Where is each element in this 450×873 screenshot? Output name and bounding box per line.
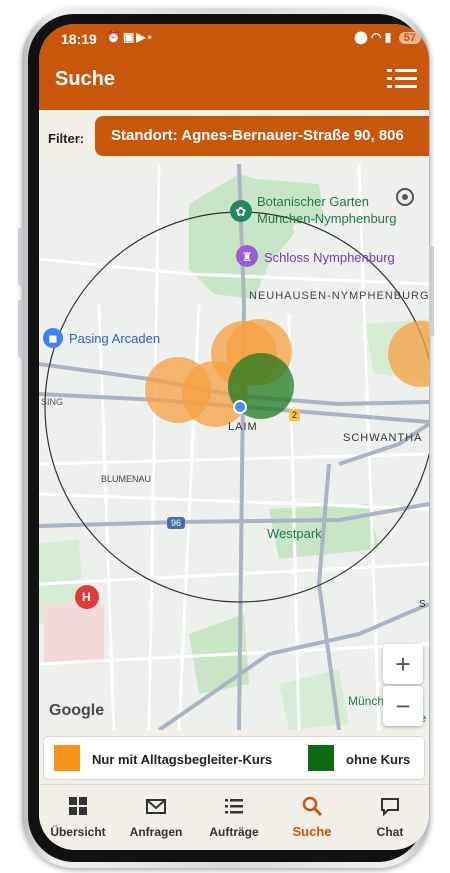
- map[interactable]: ✿ ♜ ◼ Botanischer Garten München-Nymphen…: [39, 164, 429, 730]
- legend-area: Nur mit Alltagsbegleiter-Kurs ohne Kurs: [39, 730, 429, 784]
- status-system-icons: ⬤ ◠ ▮ 57: [354, 30, 421, 44]
- list-menu-icon[interactable]: [387, 66, 417, 92]
- legend-label-with-course: Nur mit Alltagsbegleiter-Kurs: [92, 752, 273, 767]
- route-shield-2: 2: [289, 409, 301, 421]
- legend-label-without-course: ohne Kurs: [346, 752, 411, 767]
- filter-label: Filter:: [48, 131, 85, 146]
- status-notification-icons: ⏰▣▶•: [106, 30, 154, 44]
- google-logo: Google: [49, 702, 105, 719]
- map-label-schwanthaler: SCHWANTHA: [343, 432, 423, 444]
- bottom-nav: Übersicht Anfragen Aufträge Suche Chat: [39, 784, 429, 850]
- map-label-muenchen-nymphenburg: München-Nymphenburg: [257, 211, 397, 226]
- screen-record-icon: ▣: [122, 30, 137, 44]
- location-filter-chip[interactable]: Standort: Agnes-Bernauer-Straße 90, 806: [95, 116, 429, 156]
- power-button: [429, 246, 434, 336]
- svg-text:✿: ✿: [236, 205, 247, 220]
- volume-button-lower: [18, 300, 23, 358]
- route-shield-96: 96: [167, 517, 186, 529]
- page-title: Suche: [55, 68, 116, 90]
- youtube-icon: ▶: [136, 30, 148, 44]
- nav-item-uebersicht[interactable]: Übersicht: [39, 795, 117, 841]
- map-canvas: ✿ ♜ ◼: [39, 164, 429, 730]
- status-bar: 18:19 ⏰▣▶• ⬤ ◠ ▮ 57: [39, 24, 429, 54]
- legend: Nur mit Alltagsbegleiter-Kurs ohne Kurs: [43, 736, 425, 780]
- map-label-laim: LAIM: [228, 421, 258, 433]
- battery-badge: 57: [398, 32, 421, 44]
- zoom-in-button[interactable]: +: [383, 644, 423, 684]
- map-label-neuhausen: NEUHAUSEN-NYMPHENBURG: [249, 290, 429, 302]
- nav-item-chat[interactable]: Chat: [351, 795, 429, 841]
- volume-button: [18, 228, 23, 286]
- current-location-dot: [233, 400, 247, 414]
- dot-icon: •: [147, 30, 154, 44]
- svg-text:♜: ♜: [242, 250, 253, 264]
- search-icon: [302, 796, 323, 817]
- legend-swatch-green: [308, 745, 334, 771]
- zoom-out-button[interactable]: −: [383, 686, 423, 726]
- location-icon: ⬤: [354, 30, 368, 44]
- wifi-icon: ◠: [370, 30, 382, 44]
- map-label-schloss-nymphenburg: Schloss Nymphenburg: [264, 250, 395, 265]
- map-label-blumenau: BLUMENAU: [101, 474, 152, 484]
- nav-item-auftraege[interactable]: Aufträge: [195, 795, 273, 841]
- nav-label: Anfragen: [129, 825, 183, 839]
- nav-label: Aufträge: [209, 825, 259, 839]
- map-label-s: S: [419, 599, 426, 610]
- alarm-icon: ⏰: [106, 30, 123, 44]
- grid-icon: [69, 797, 87, 815]
- map-label-botanischer-garten: Botanischer Garten: [257, 194, 370, 209]
- svg-text:◼: ◼: [48, 332, 57, 345]
- map-label-pasing-arcaden: Pasing Arcaden: [69, 331, 161, 346]
- hospital-label: H: [82, 590, 91, 604]
- legend-swatch-orange: [54, 745, 80, 771]
- hospital-area: [44, 604, 104, 664]
- nav-item-suche[interactable]: Suche: [273, 795, 351, 841]
- nav-label: Suche: [292, 824, 332, 839]
- envelope-icon: [146, 799, 166, 814]
- screen: 18:19 ⏰▣▶• ⬤ ◠ ▮ 57 Suche Filter: Stando…: [39, 24, 429, 850]
- map-label-sing: SING: [41, 397, 64, 407]
- chat-icon: [381, 798, 399, 817]
- list-icon: [225, 799, 243, 814]
- signal-icon: ▮: [384, 30, 392, 44]
- app-header: 18:19 ⏰▣▶• ⬤ ◠ ▮ 57 Suche: [39, 24, 429, 110]
- nav-label: Übersicht: [50, 825, 106, 839]
- nav-label: Chat: [376, 825, 404, 839]
- nav-item-anfragen[interactable]: Anfragen: [117, 795, 195, 841]
- status-time: 18:19: [61, 31, 97, 47]
- map-label-westpark: Westpark: [267, 526, 322, 541]
- filter-bar: Filter: Standort: Agnes-Bernauer-Straße …: [39, 110, 429, 164]
